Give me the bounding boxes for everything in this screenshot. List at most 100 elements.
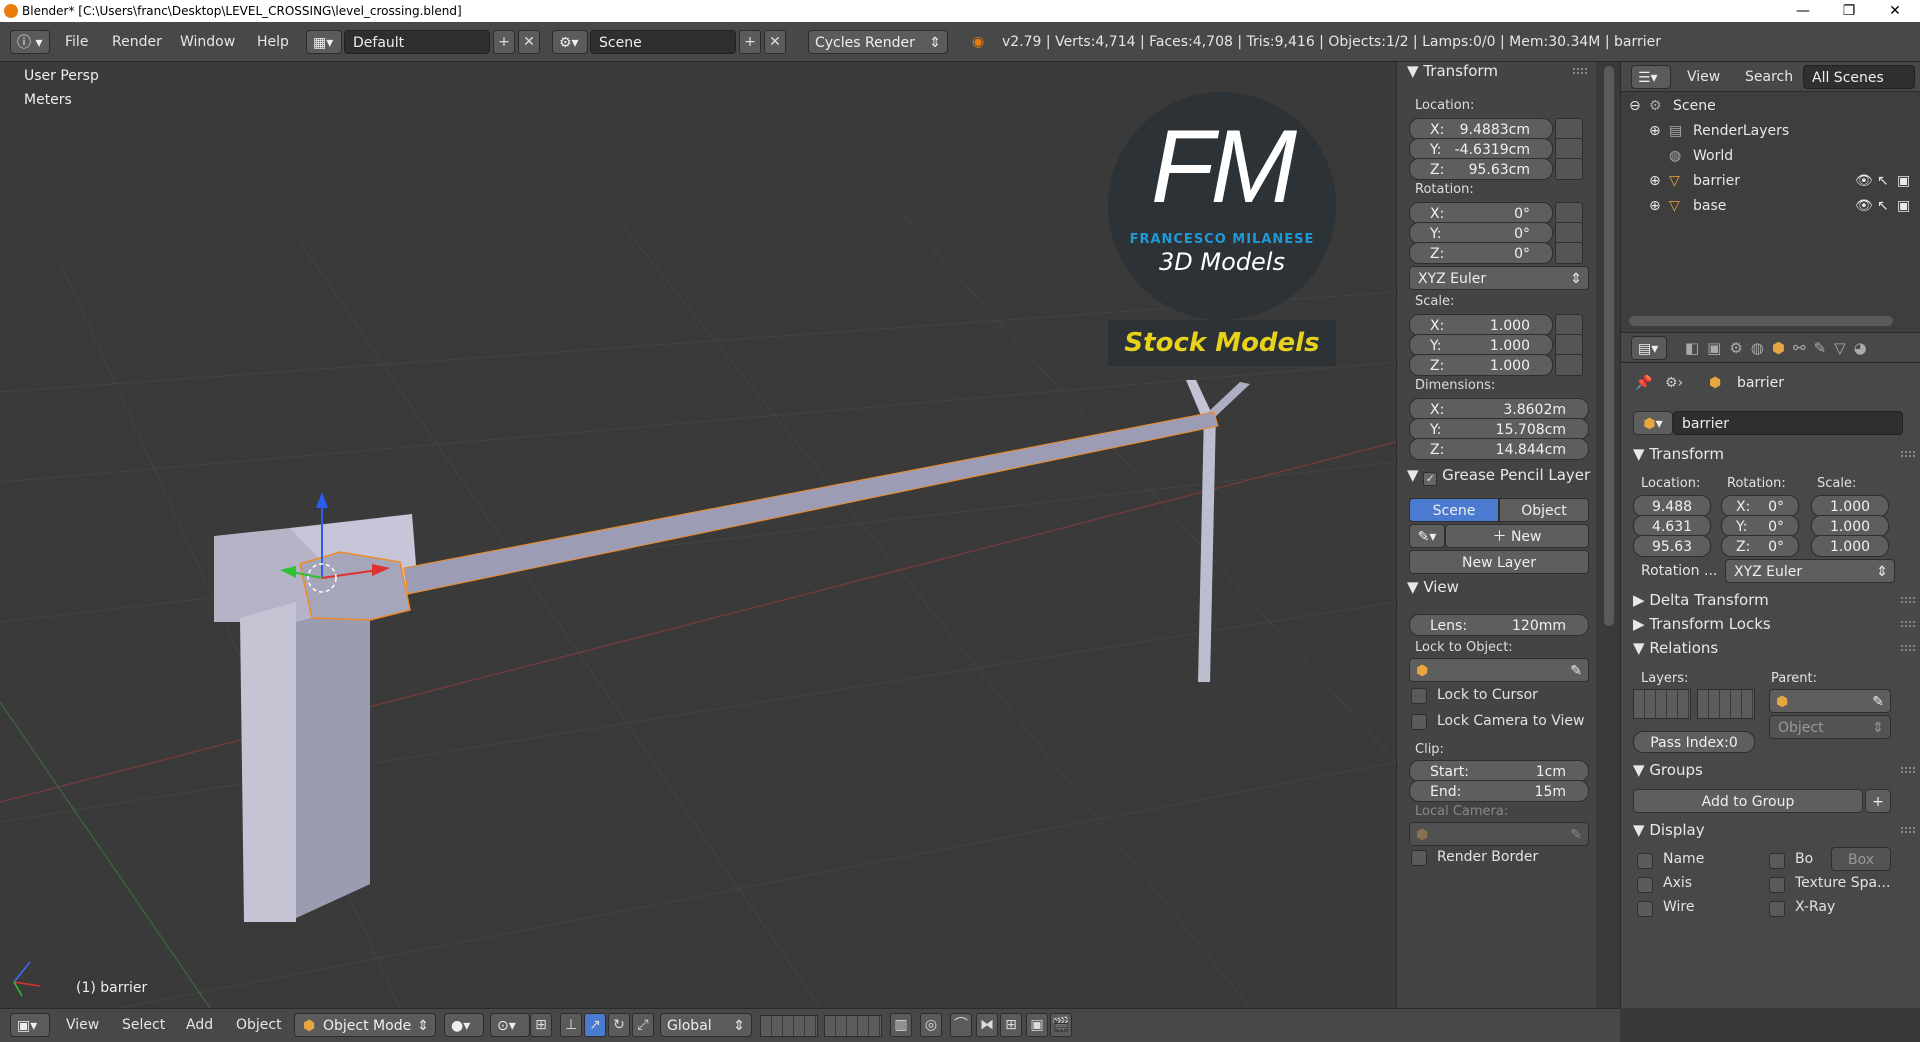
location-y-field[interactable]: Y: -4.6319cm xyxy=(1409,138,1553,160)
close-button[interactable]: ✕ xyxy=(1872,0,1918,22)
scene-field[interactable]: Scene xyxy=(590,30,736,54)
rotation-z-field[interactable]: Z: 0° xyxy=(1409,242,1553,264)
camera-render-icon[interactable]: ▣ xyxy=(1897,194,1910,219)
mode-dropdown[interactable]: ⬢ Object Mode ⇕ xyxy=(294,1013,436,1037)
menu-help[interactable]: Help xyxy=(257,29,289,55)
proportional-edit-icon[interactable]: ◎ xyxy=(920,1013,942,1037)
camera-render-icon[interactable]: ▣ xyxy=(1897,169,1910,194)
clip-end-field[interactable]: End: 15m xyxy=(1409,780,1589,802)
new-layer-button[interactable]: New Layer xyxy=(1409,550,1589,574)
object-name-field[interactable]: barrier xyxy=(1673,411,1903,435)
lock-to-cursor-checkbox[interactable] xyxy=(1411,688,1427,704)
scale-manipulator-icon[interactable]: ⤢ xyxy=(632,1013,654,1037)
lock-icon[interactable] xyxy=(1555,354,1583,376)
outliner-view-menu[interactable]: View xyxy=(1687,64,1720,90)
pivot-point-dropdown[interactable]: ⊙▾ xyxy=(490,1013,530,1037)
eye-icon[interactable]: 👁 xyxy=(1855,169,1873,194)
properties-context-tabs[interactable]: ◧▣⚙◍⬢⚯✎▽◕ xyxy=(1685,339,1875,357)
render-border-checkbox[interactable] xyxy=(1411,850,1427,866)
lock-object-field[interactable]: ⬢ ✎ xyxy=(1409,658,1589,682)
add-to-group-button[interactable]: Add to Group xyxy=(1633,789,1863,813)
display-axis-checkbox[interactable] xyxy=(1637,877,1653,893)
grease-pencil-panel-header[interactable]: ▼ ✓ Grease Pencil Layer xyxy=(1407,466,1590,486)
dimensions-z-field[interactable]: Z: 14.844cm xyxy=(1409,438,1589,460)
lock-layers-icon[interactable]: ▥ xyxy=(890,1013,912,1037)
remove-scene-button[interactable]: ✕ xyxy=(764,30,786,54)
location-z-field[interactable]: Z: 95.63cm xyxy=(1409,158,1553,180)
display-bounds-checkbox[interactable] xyxy=(1769,853,1785,869)
outliner-search-menu[interactable]: Search xyxy=(1745,64,1793,90)
minimize-button[interactable]: — xyxy=(1780,0,1826,22)
viewport-shading-dropdown[interactable]: ●▾ xyxy=(444,1013,484,1037)
proportional-falloff-icon[interactable]: ⌒ xyxy=(950,1013,972,1037)
bounds-type-dropdown[interactable]: Box xyxy=(1831,847,1891,871)
relations-header[interactable]: ▼ Relations xyxy=(1633,639,1718,657)
grease-pencil-checkbox[interactable]: ✓ xyxy=(1423,472,1438,486)
npanel-scrollbar[interactable] xyxy=(1600,62,1620,1008)
display-texture-space-checkbox[interactable] xyxy=(1769,877,1785,893)
outliner-row-base[interactable]: ⊕ ▽ base 👁 ↖ ▣ xyxy=(1621,194,1920,219)
scale-x-field[interactable]: X: 1.000 xyxy=(1409,314,1553,336)
rotate-manipulator-icon[interactable]: ↻ xyxy=(608,1013,630,1037)
pass-index-field[interactable]: Pass Index:0 xyxy=(1633,731,1755,753)
snap-toggle-icon[interactable]: ⧓ xyxy=(976,1013,998,1037)
properties-editor-icon[interactable]: ▤▾ xyxy=(1631,336,1667,360)
lock-icon[interactable] xyxy=(1555,334,1583,356)
delta-transform-header[interactable]: ▶ Delta Transform xyxy=(1633,591,1769,609)
drag-grip-icon[interactable] xyxy=(1901,827,1915,833)
render-still-icon[interactable]: ▣ xyxy=(1026,1013,1048,1037)
maximize-button[interactable]: ❐ xyxy=(1826,0,1872,22)
collapse-icon[interactable]: ⊖ xyxy=(1629,94,1641,119)
display-mode-dropdown[interactable]: All Scenes xyxy=(1803,65,1915,89)
scene-icon[interactable]: ⚙▾ xyxy=(552,30,588,54)
prop-rotation-y[interactable]: Y: 0° xyxy=(1721,515,1799,537)
outliner-editor-icon[interactable]: ☰▾ xyxy=(1631,65,1671,89)
manipulator-toggle-icon[interactable]: ⊥ xyxy=(560,1013,582,1037)
rotation-mode-dropdown[interactable]: XYZ Euler ⇕ xyxy=(1409,266,1589,290)
dimensions-y-field[interactable]: Y: 15.708cm xyxy=(1409,418,1589,440)
prop-rotation-mode-dropdown[interactable]: XYZ Euler ⇕ xyxy=(1725,559,1895,583)
render-engine-dropdown[interactable]: Cycles Render ⇕ xyxy=(808,30,948,54)
view-menu[interactable]: View xyxy=(66,1012,99,1038)
prop-scale-x[interactable]: 1.000 xyxy=(1811,495,1889,517)
local-camera-field[interactable]: ⬢ ✎ xyxy=(1409,822,1589,846)
scale-y-field[interactable]: Y: 1.000 xyxy=(1409,334,1553,356)
lock-icon[interactable] xyxy=(1555,118,1583,140)
cursor-select-icon[interactable]: ↖ xyxy=(1877,194,1889,219)
view-panel-header[interactable]: ▼ View xyxy=(1407,578,1459,596)
object-menu[interactable]: Object xyxy=(236,1012,282,1038)
prop-scale-z[interactable]: 1.000 xyxy=(1811,535,1889,557)
remove-screen-button[interactable]: ✕ xyxy=(518,30,540,54)
gp-scene-tab[interactable]: Scene xyxy=(1409,498,1499,522)
parent-field[interactable]: ⬢ ✎ xyxy=(1769,689,1891,713)
display-wire-checkbox[interactable] xyxy=(1637,901,1653,917)
menu-window[interactable]: Window xyxy=(180,29,235,55)
drag-grip-icon[interactable] xyxy=(1901,597,1915,603)
clip-start-field[interactable]: Start: 1cm xyxy=(1409,760,1589,782)
snap-element-icon[interactable]: ⊞ xyxy=(530,1013,552,1037)
add-screen-button[interactable]: + xyxy=(493,30,515,54)
outliner-row-world[interactable]: ◍ World xyxy=(1621,144,1920,169)
layers-grid-b[interactable] xyxy=(1697,689,1755,719)
cursor-select-icon[interactable]: ↖ xyxy=(1877,169,1889,194)
lock-icon[interactable] xyxy=(1555,314,1583,336)
gp-object-tab[interactable]: Object xyxy=(1499,498,1589,522)
select-menu[interactable]: Select xyxy=(122,1012,165,1038)
npanel-scroll-thumb[interactable] xyxy=(1604,66,1614,626)
parent-type-dropdown[interactable]: Object ⇕ xyxy=(1769,715,1891,739)
editor-type-3dview-icon[interactable]: ▣▾ xyxy=(10,1013,50,1037)
lock-camera-checkbox[interactable] xyxy=(1411,714,1427,730)
menu-file[interactable]: File xyxy=(65,29,88,55)
screen-layout-icon[interactable]: ▦▾ xyxy=(306,30,342,54)
outliner-row-renderlayers[interactable]: ⊕ ▤ RenderLayers xyxy=(1621,119,1920,144)
3d-viewport[interactable]: User Persp Meters (1) barrier FM FRANCES… xyxy=(0,62,1396,1008)
object-datablock-icon[interactable]: ⬢▾ xyxy=(1633,411,1673,435)
prop-location-y[interactable]: 4.631 xyxy=(1633,515,1711,537)
transform-locks-header[interactable]: ▶ Transform Locks xyxy=(1633,615,1771,633)
eye-icon[interactable]: 👁 xyxy=(1855,194,1873,219)
outliner-row-barrier[interactable]: ⊕ ▽ barrier 👁 ↖ ▣ xyxy=(1621,169,1920,194)
transform-panel-header[interactable]: ▼ Transform xyxy=(1407,62,1498,80)
lock-icon[interactable] xyxy=(1555,138,1583,160)
gp-new-button[interactable]: ＋ New xyxy=(1445,524,1589,548)
prop-location-z[interactable]: 95.63 xyxy=(1633,535,1711,557)
